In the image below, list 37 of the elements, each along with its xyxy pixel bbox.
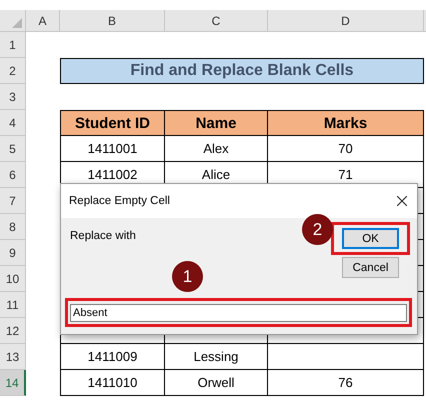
row-header[interactable]: 12 <box>0 318 26 344</box>
triangle-icon <box>12 18 22 28</box>
table-cell: Lessing <box>165 344 268 370</box>
row-header[interactable]: 2 <box>0 58 26 84</box>
row-header[interactable]: 4 <box>0 110 26 136</box>
row-header[interactable]: 13 <box>0 344 26 370</box>
column-header[interactable]: C <box>165 10 268 31</box>
row-header[interactable]: 5 <box>0 136 26 162</box>
column-header[interactable]: D <box>268 10 424 31</box>
table-cell: 1411009 <box>60 344 165 370</box>
row-header[interactable]: 7 <box>0 188 26 214</box>
row-header[interactable]: 6 <box>0 162 26 188</box>
input-field[interactable]: Absent <box>70 304 407 322</box>
header-cell: Student ID <box>60 110 165 136</box>
header-cell: Name <box>165 110 268 136</box>
row-header[interactable]: 11 <box>0 292 26 318</box>
row-header[interactable]: 3 <box>0 84 26 110</box>
table-cell: Orwell <box>165 370 268 396</box>
table-cell: Alex <box>165 136 268 162</box>
row-header[interactable]: 10 <box>0 266 26 292</box>
row-header[interactable]: 9 <box>0 240 26 266</box>
table-cell: 70 <box>268 136 424 162</box>
close-icon[interactable] <box>397 196 407 206</box>
column-header[interactable]: B <box>60 10 165 31</box>
field-label: Replace with <box>70 230 136 244</box>
sheet-title: Find and Replace Blank Cells <box>60 58 424 84</box>
row-header[interactable]: 14 <box>0 370 26 396</box>
header-cell: Marks <box>268 110 424 136</box>
table-cell: 76 <box>268 370 424 396</box>
column-header[interactable]: A <box>26 10 60 31</box>
table-cell: 1411001 <box>60 136 165 162</box>
dialog-title: Replace Empty Cell <box>69 195 170 207</box>
row-header[interactable]: 1 <box>0 32 26 58</box>
row-header[interactable]: 8 <box>0 214 26 240</box>
table-cell: 1411010 <box>60 370 165 396</box>
dialog-button[interactable]: Cancel <box>342 257 399 278</box>
dialog-button[interactable]: OK <box>342 228 399 249</box>
